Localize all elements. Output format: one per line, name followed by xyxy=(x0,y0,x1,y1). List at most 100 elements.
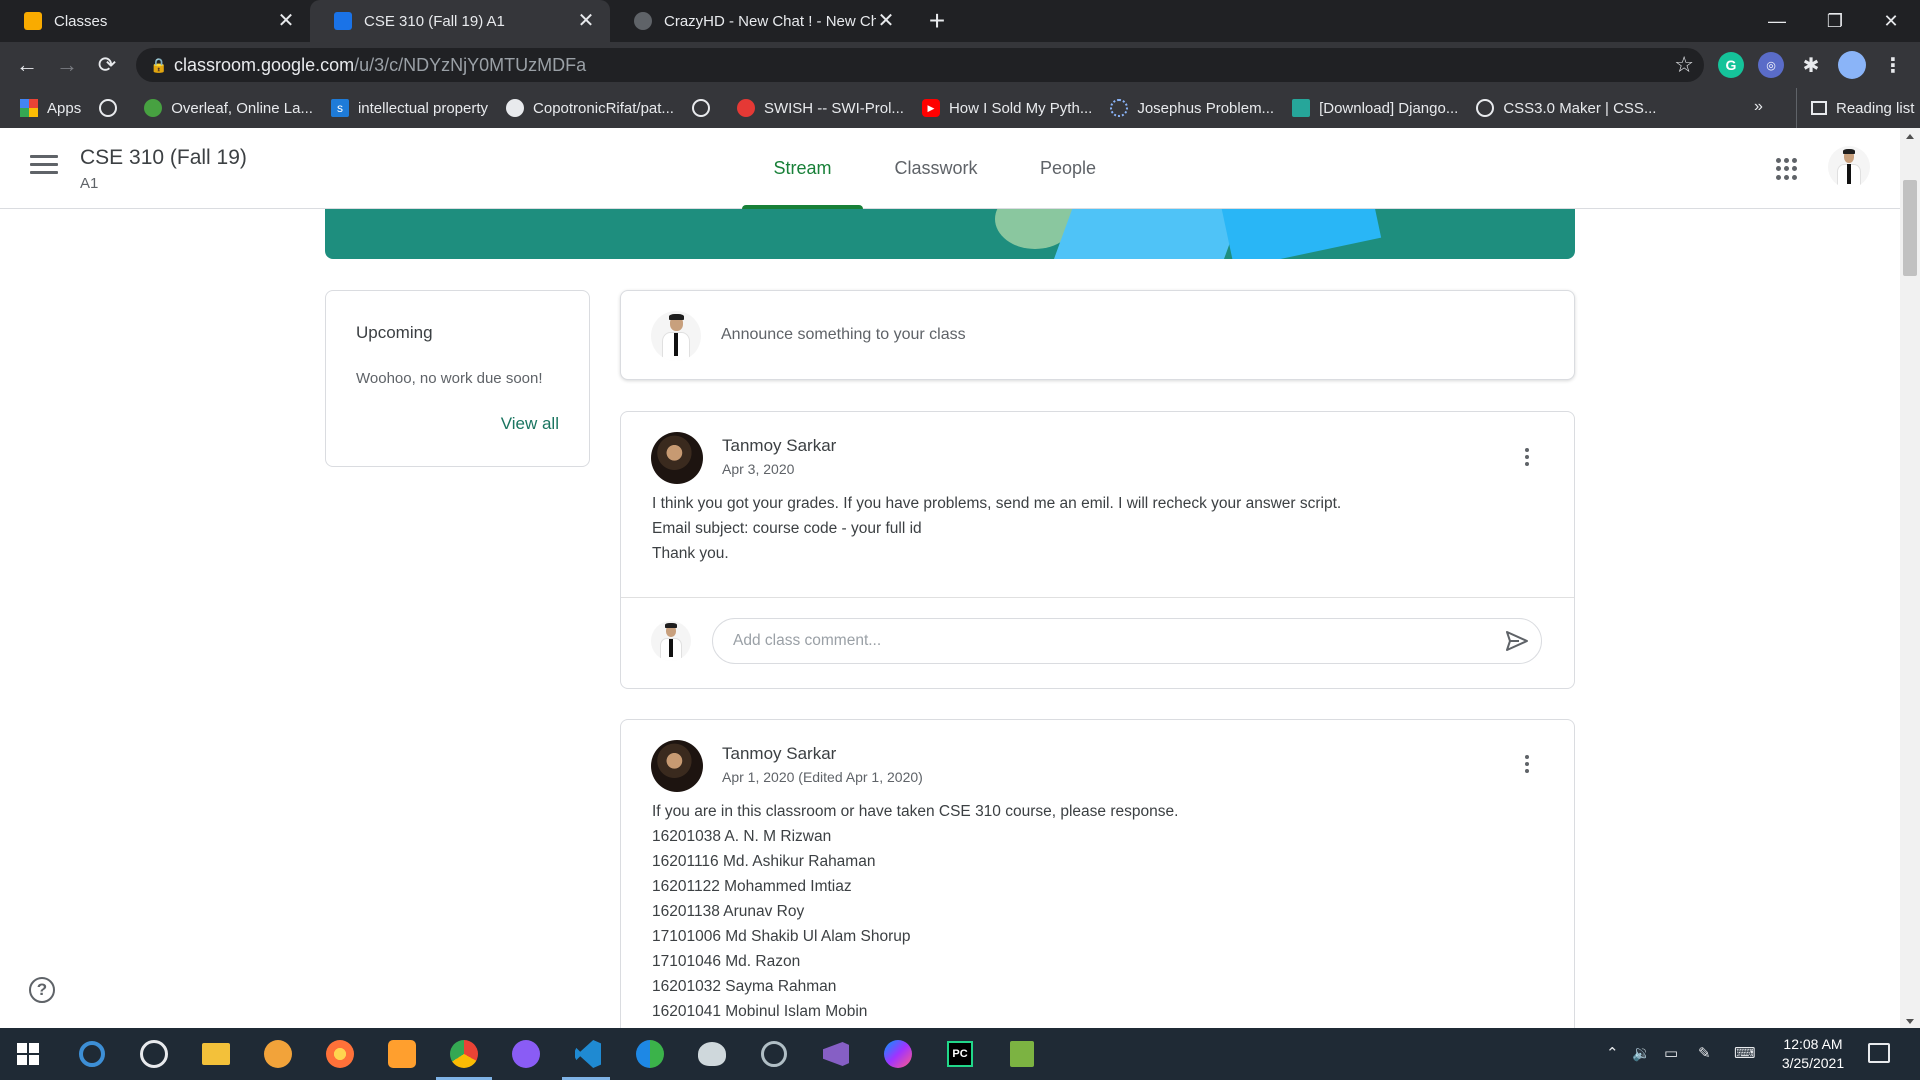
post-author[interactable]: Tanmoy Sarkar xyxy=(722,436,836,456)
class-title[interactable]: CSE 310 (Fall 19) xyxy=(80,146,247,170)
clock-time: 12:08 AM xyxy=(1783,1036,1843,1052)
tab-classwork[interactable]: Classwork xyxy=(876,128,996,209)
paint-3d-icon[interactable] xyxy=(694,1036,730,1072)
messenger-icon[interactable] xyxy=(880,1036,916,1072)
account-avatar[interactable] xyxy=(1828,146,1870,188)
post-author[interactable]: Tanmoy Sarkar xyxy=(722,744,836,764)
bookmark-star-icon[interactable]: ☆ xyxy=(1674,52,1694,78)
scroll-up-arrow-icon[interactable] xyxy=(1906,134,1914,139)
reload-button[interactable]: ⟳ xyxy=(92,50,122,80)
forward-button[interactable]: → xyxy=(52,50,82,80)
network-icon[interactable]: ▭ xyxy=(1664,1044,1678,1062)
bookmarks-more-button[interactable]: » xyxy=(1754,98,1763,116)
address-bar[interactable]: 🔒 classroom.google.com/u/3/c/NDYzNjY0MTU… xyxy=(136,48,1704,82)
post-options-icon[interactable] xyxy=(1524,448,1530,469)
bookmark-globe-2[interactable] xyxy=(691,99,719,117)
bookmark-css3-maker[interactable]: CSS3.0 Maker | CSS... xyxy=(1476,99,1656,117)
windows-start-icon[interactable] xyxy=(10,1036,46,1072)
edge-icon[interactable] xyxy=(632,1036,668,1072)
tab-label: CrazyHD - New Chat ! - New Cha xyxy=(664,12,876,30)
globe-icon xyxy=(634,12,652,30)
puzzle-extensions-icon[interactable]: ✱ xyxy=(1798,52,1824,78)
reading-list-button[interactable]: Reading list xyxy=(1796,88,1914,128)
class-comment-input[interactable] xyxy=(713,619,1473,663)
announce-placeholder: Announce something to your class xyxy=(721,326,966,343)
bookmark-overleaf[interactable]: Overleaf, Online La... xyxy=(144,99,313,117)
brave-icon[interactable] xyxy=(260,1036,296,1072)
class-banner-image xyxy=(325,209,1575,259)
browser-tab-crazyhd[interactable]: CrazyHD - New Chat ! - New Cha ✕ xyxy=(610,0,910,42)
bookmark-django[interactable]: [Download] Django... xyxy=(1292,99,1458,117)
bookmark-swish[interactable]: SWISH -- SWI-Prol... xyxy=(736,99,904,117)
restore-button[interactable]: ❐ xyxy=(1806,0,1864,42)
visual-studio-icon[interactable] xyxy=(818,1036,854,1072)
loading-icon xyxy=(1110,99,1129,117)
tab-stream[interactable]: Stream xyxy=(742,128,863,209)
whatsapp-icon[interactable] xyxy=(136,1036,172,1072)
close-icon[interactable]: ✕ xyxy=(276,11,296,31)
bookmark-globe[interactable] xyxy=(99,99,126,117)
browser-tab-classes[interactable]: Classes ✕ xyxy=(0,0,310,42)
bookmark-youtube[interactable]: ▶ How I Sold My Pyth... xyxy=(921,99,1092,117)
browser-menu-icon[interactable]: ⋮ xyxy=(1880,52,1906,78)
class-section: A1 xyxy=(80,175,99,192)
globe-icon xyxy=(99,99,118,117)
bookmark-intellectual-property[interactable]: s intellectual property xyxy=(330,99,488,117)
pycharm-icon[interactable]: PC xyxy=(942,1036,978,1072)
github-desktop-icon[interactable] xyxy=(508,1036,544,1072)
tab-people[interactable]: People xyxy=(1010,128,1126,209)
show-hidden-icons-icon[interactable]: ⌃ xyxy=(1606,1044,1619,1062)
scrollbar-thumb[interactable] xyxy=(1903,180,1917,276)
satellite-icon[interactable] xyxy=(756,1036,792,1072)
page-scrollbar[interactable] xyxy=(1900,128,1920,1028)
bookmark-github[interactable]: CopotronicRifat/pat... xyxy=(506,99,674,117)
post-text-line: 16201038 A. N. M Rizwan xyxy=(652,828,832,845)
notepad-icon[interactable] xyxy=(1004,1036,1040,1072)
main-menu-icon[interactable] xyxy=(30,155,58,179)
download-site-icon xyxy=(1292,99,1311,117)
scroll-down-arrow-icon[interactable] xyxy=(1906,1019,1914,1024)
upcoming-title: Upcoming xyxy=(356,323,433,342)
new-tab-button[interactable]: + xyxy=(922,6,952,36)
post-divider xyxy=(621,597,1574,598)
post-text-line: Email subject: course code - your full i… xyxy=(652,520,922,537)
browser-tab-cse310[interactable]: CSE 310 (Fall 19) A1 ✕ xyxy=(310,0,610,42)
minimize-button[interactable]: — xyxy=(1748,0,1806,42)
notification-center-icon[interactable] xyxy=(1868,1043,1890,1063)
windows-taskbar: PC ⌃ 🔉 ▭ ✎ ⌨ 12:08 AM 3/25/2021 xyxy=(0,1028,1920,1080)
bookmark-josephus[interactable]: Josephus Problem... xyxy=(1110,99,1274,117)
globe-icon xyxy=(1476,99,1495,117)
upcoming-empty-text: Woohoo, no work due soon! xyxy=(356,370,543,387)
search-icon[interactable] xyxy=(74,1036,110,1072)
extension-icon[interactable]: ◎ xyxy=(1758,52,1784,78)
commenter-avatar xyxy=(651,621,691,661)
keyboard-icon[interactable]: ⌨ xyxy=(1734,1044,1756,1062)
post-date: Apr 3, 2020 xyxy=(722,461,795,477)
grammarly-icon[interactable]: G xyxy=(1718,52,1744,78)
google-classroom-icon xyxy=(334,12,352,30)
class-comment-field[interactable] xyxy=(712,618,1542,664)
help-icon[interactable]: ? xyxy=(29,977,55,1003)
firefox-icon[interactable] xyxy=(322,1036,358,1072)
file-explorer-icon[interactable] xyxy=(198,1036,234,1072)
author-avatar[interactable] xyxy=(651,740,703,792)
close-icon[interactable]: ✕ xyxy=(576,11,596,31)
announce-card[interactable]: Announce something to your class xyxy=(620,290,1575,380)
profile-avatar[interactable] xyxy=(1838,51,1866,79)
close-icon[interactable]: ✕ xyxy=(876,11,896,31)
chrome-icon[interactable] xyxy=(446,1036,482,1072)
pen-icon[interactable]: ✎ xyxy=(1698,1044,1711,1062)
google-apps-icon[interactable] xyxy=(1776,158,1798,180)
close-window-button[interactable]: ✕ xyxy=(1862,0,1920,42)
post-options-icon[interactable] xyxy=(1524,755,1530,776)
author-avatar[interactable] xyxy=(651,432,703,484)
bookmark-apps[interactable]: Apps xyxy=(20,99,81,117)
send-icon[interactable] xyxy=(1505,630,1529,652)
lock-icon: 🔒 xyxy=(150,56,168,73)
view-all-link[interactable]: View all xyxy=(501,414,559,434)
photos-icon[interactable] xyxy=(384,1036,420,1072)
vscode-icon[interactable] xyxy=(570,1036,606,1072)
back-button[interactable]: ← xyxy=(12,50,42,80)
system-clock[interactable]: 12:08 AM 3/25/2021 xyxy=(1776,1035,1850,1073)
volume-icon[interactable]: 🔉 xyxy=(1632,1044,1651,1062)
